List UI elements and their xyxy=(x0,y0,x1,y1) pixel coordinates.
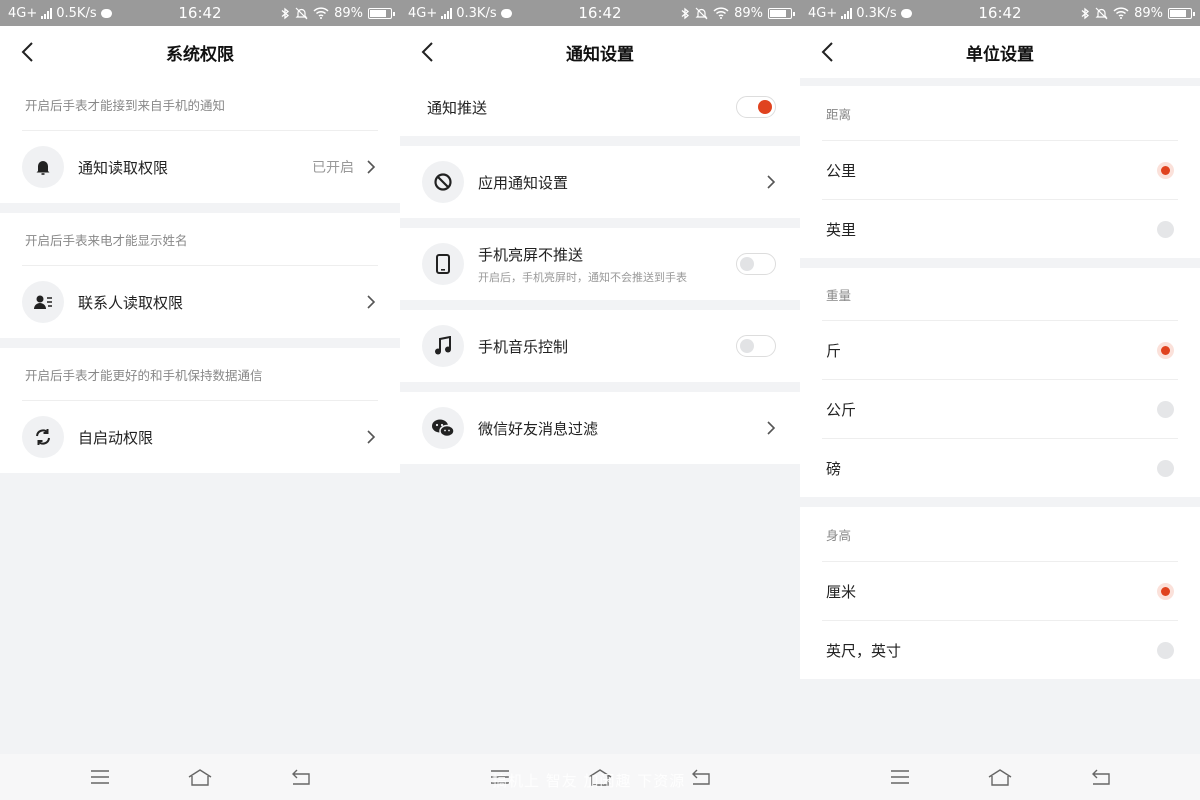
system-nav-bar xyxy=(0,754,400,800)
unit-option[interactable]: 厘米 xyxy=(800,562,1200,620)
return-icon[interactable] xyxy=(287,767,313,787)
row-description: 开启后，手机亮屏时，通知不会推送到手表 xyxy=(478,270,687,284)
option-label: 磅 xyxy=(826,459,842,478)
page-title: 通知设置 xyxy=(566,44,634,65)
status-time: 16:42 xyxy=(178,4,222,22)
row-label: 微信好友消息过滤 xyxy=(478,419,599,438)
wechat-filter-row[interactable]: 微信好友消息过滤 xyxy=(400,392,800,464)
row-label: 手机音乐控制 xyxy=(478,337,569,356)
screen-notification-settings: 4G+ 0.3K/s 16:42 89% 通知设置 通知推送 应用通知设置 手机… xyxy=(400,0,800,800)
permission-section-contacts: 开启后手表来电才能显示姓名 联系人读取权限 xyxy=(0,213,400,338)
contact-card-icon xyxy=(22,281,64,323)
battery-icon xyxy=(768,7,795,19)
radio-unselected[interactable] xyxy=(1157,459,1174,477)
section-hint: 开启后手表才能更好的和手机保持数据通信 xyxy=(25,367,263,383)
back-arrow-icon[interactable] xyxy=(418,40,440,64)
unit-option[interactable]: 英尺，英寸 xyxy=(800,621,1200,679)
permission-section-notification: 开启后手表才能接到来自手机的通知 通知读取权限 已开启 xyxy=(0,78,400,203)
chevron-right-icon xyxy=(367,160,376,174)
chevron-right-icon xyxy=(367,430,376,444)
unit-option[interactable]: 公斤 xyxy=(800,380,1200,438)
battery-icon xyxy=(368,7,395,19)
option-label: 公斤 xyxy=(826,400,857,419)
notification-push-row: 通知推送 xyxy=(400,78,800,136)
home-icon[interactable] xyxy=(587,767,613,787)
row-label: 通知推送 xyxy=(427,98,488,117)
back-arrow-icon[interactable] xyxy=(818,40,840,64)
screen-unit-settings: 4G+ 0.3K/s 16:42 89% 单位设置 距离 公里 英里 重量 斤 … xyxy=(800,0,1200,800)
radio-selected[interactable] xyxy=(1157,161,1174,179)
permission-section-autostart: 开启后手表才能更好的和手机保持数据通信 自启动权限 xyxy=(0,348,400,473)
row-label: 手机亮屏不推送 xyxy=(478,245,584,264)
option-label: 斤 xyxy=(826,341,842,360)
unit-group-weight: 重量 斤 公斤 磅 xyxy=(800,268,1200,497)
contacts-permission-row[interactable]: 联系人读取权限 xyxy=(0,266,400,338)
unit-option[interactable]: 英里 xyxy=(800,200,1200,258)
row-label: 联系人读取权限 xyxy=(78,293,184,312)
row-label: 自启动权限 xyxy=(78,428,154,447)
unit-option[interactable]: 公里 xyxy=(800,141,1200,199)
screen-on-no-push-row: 手机亮屏不推送 开启后，手机亮屏时，通知不会推送到手表 xyxy=(400,228,800,300)
menu-icon[interactable] xyxy=(887,767,913,787)
radio-unselected[interactable] xyxy=(1157,641,1174,659)
option-label: 公里 xyxy=(826,161,857,180)
group-heading: 重量 xyxy=(826,287,852,303)
nav-bar: 单位设置 xyxy=(800,26,1200,78)
row-label: 通知读取权限 xyxy=(78,158,169,177)
bell-icon xyxy=(22,146,64,188)
return-icon[interactable] xyxy=(1087,767,1113,787)
option-label: 厘米 xyxy=(826,582,857,601)
status-bar: 4G+ 0.3K/s 16:42 89% xyxy=(400,0,800,26)
sync-icon xyxy=(22,416,64,458)
nav-bar: 系统权限 xyxy=(0,26,400,78)
wechat-icon xyxy=(422,407,464,449)
screen-on-no-push-toggle[interactable] xyxy=(736,253,776,275)
chevron-right-icon xyxy=(767,421,776,435)
option-label: 英尺，英寸 xyxy=(826,641,902,660)
unit-group-height: 身高 厘米 英尺，英寸 xyxy=(800,507,1200,679)
back-arrow-icon[interactable] xyxy=(18,40,40,64)
radio-unselected[interactable] xyxy=(1157,220,1174,238)
home-icon[interactable] xyxy=(987,767,1013,787)
group-heading: 身高 xyxy=(826,527,852,543)
block-icon xyxy=(422,161,464,203)
section-hint: 开启后手表才能接到来自手机的通知 xyxy=(25,97,226,113)
app-notification-settings-row[interactable]: 应用通知设置 xyxy=(400,146,800,218)
chevron-right-icon xyxy=(367,295,376,309)
chevron-right-icon xyxy=(767,175,776,189)
row-label: 应用通知设置 xyxy=(478,173,569,192)
status-time: 16:42 xyxy=(978,4,1022,22)
screen-system-permissions: 4G+ 0.5K/s 16:42 89% 系统权限 开启后手表才能接到来自手机的… xyxy=(0,0,400,800)
menu-icon[interactable] xyxy=(487,767,513,787)
status-value: 已开启 xyxy=(312,160,354,176)
option-label: 英里 xyxy=(826,220,857,239)
unit-option[interactable]: 磅 xyxy=(800,439,1200,497)
notification-push-toggle[interactable] xyxy=(736,96,776,118)
music-control-row: 手机音乐控制 xyxy=(400,310,800,382)
section-hint: 开启后手表来电才能显示姓名 xyxy=(25,232,188,248)
home-icon[interactable] xyxy=(187,767,213,787)
unit-group-distance: 距离 公里 英里 xyxy=(800,86,1200,258)
radio-selected[interactable] xyxy=(1157,341,1174,359)
system-nav-bar xyxy=(800,754,1200,800)
notification-permission-row[interactable]: 通知读取权限 已开启 xyxy=(0,131,400,203)
status-time: 16:42 xyxy=(578,4,622,22)
phone-icon xyxy=(422,243,464,285)
battery-icon xyxy=(1168,7,1195,19)
unit-option[interactable]: 斤 xyxy=(800,321,1200,379)
radio-unselected[interactable] xyxy=(1157,400,1174,418)
page-title: 系统权限 xyxy=(166,44,234,65)
system-nav-bar xyxy=(400,754,800,800)
radio-selected[interactable] xyxy=(1157,582,1174,600)
music-control-toggle[interactable] xyxy=(736,335,776,357)
return-icon[interactable] xyxy=(687,767,713,787)
menu-icon[interactable] xyxy=(87,767,113,787)
status-bar: 4G+ 0.3K/s 16:42 89% xyxy=(800,0,1200,26)
nav-bar: 通知设置 xyxy=(400,26,800,78)
page-title: 单位设置 xyxy=(966,44,1034,65)
autostart-permission-row[interactable]: 自启动权限 xyxy=(0,401,400,473)
status-bar: 4G+ 0.5K/s 16:42 89% xyxy=(0,0,400,26)
group-heading: 距离 xyxy=(826,106,852,122)
music-note-icon xyxy=(422,325,464,367)
